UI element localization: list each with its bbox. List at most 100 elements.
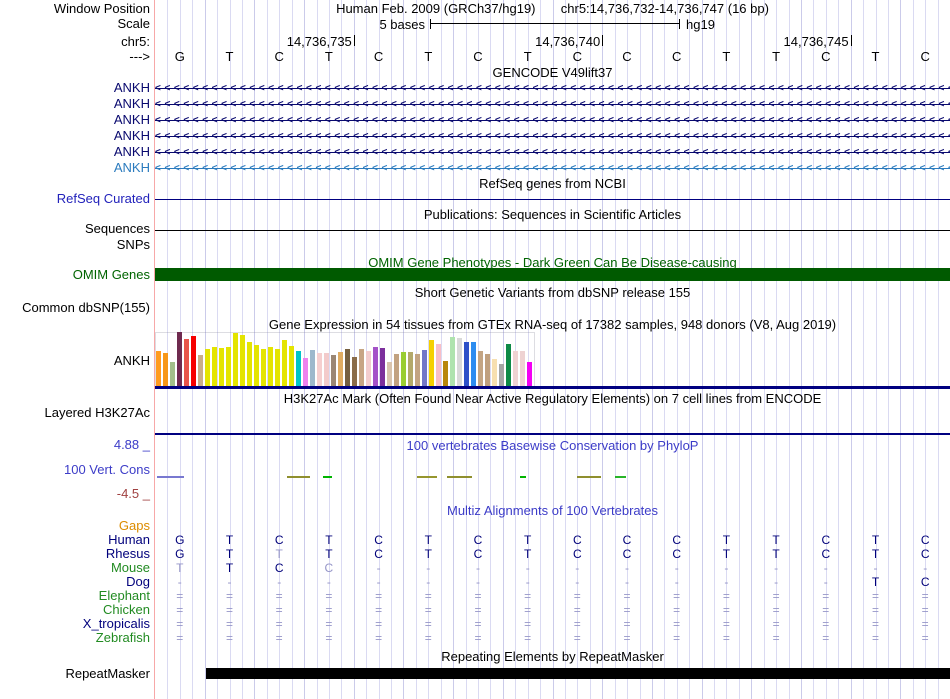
multiz-base-human: C xyxy=(622,533,632,547)
dbsnp-title[interactable]: Short Genetic Variants from dbSNP releas… xyxy=(155,286,950,300)
multiz-base-dog: - xyxy=(227,575,232,589)
gene-item-ankh-3[interactable]: <<<<<<<<<<<<<<<<<<<<<<<<<<<<<<<<<<<<<<<<… xyxy=(155,114,950,127)
multiz-base-human: C xyxy=(672,533,682,547)
multiz-base-zebrafish: = xyxy=(871,631,879,645)
multiz-base-human: C xyxy=(274,533,284,547)
gtex-bar xyxy=(282,340,287,387)
multiz-base-chicken: = xyxy=(176,603,184,617)
gtex-baseline xyxy=(155,386,950,389)
multiz-base-elephant: = xyxy=(524,589,532,603)
multiz-base-elephant: = xyxy=(921,589,929,603)
track-label-refseq-curated[interactable]: RefSeq Curated xyxy=(0,192,150,206)
multiz-base-zebrafish: = xyxy=(474,631,482,645)
track-label-phylop-max[interactable]: 4.88 _ xyxy=(0,438,150,452)
phylop-title[interactable]: 100 vertebrates Basewise Conservation by… xyxy=(155,439,950,453)
gtex-bar xyxy=(205,349,210,387)
track-label-gene-ankh-1[interactable]: ANKH xyxy=(0,81,150,95)
track-label-species-gaps[interactable]: Gaps xyxy=(0,519,150,533)
gtex-bar xyxy=(345,349,350,387)
track-label-scale[interactable]: Scale xyxy=(0,17,150,31)
multiz-base-x_tropicalis: = xyxy=(871,617,879,631)
track-label-gene-ankh-4[interactable]: ANKH xyxy=(0,129,150,143)
publications-title[interactable]: Publications: Sequences in Scientific Ar… xyxy=(155,208,950,222)
gtex-bar xyxy=(499,364,504,387)
track-label-strand-arrow[interactable]: ---> xyxy=(0,50,150,64)
position-range: chr5:14,736,732-14,736,747 (16 bp) xyxy=(560,1,769,16)
multiz-base-chicken: = xyxy=(424,603,432,617)
track-label-gene-ankh-6[interactable]: ANKH xyxy=(0,161,150,175)
gtex-bar xyxy=(513,351,518,387)
gtex-bar xyxy=(324,353,329,387)
publications-sequences-item-line[interactable] xyxy=(155,230,950,231)
track-label-species-chicken[interactable]: Chicken xyxy=(0,603,150,617)
track-label-gene-ankh-3[interactable]: ANKH xyxy=(0,113,150,127)
gene-item-ankh-6[interactable]: <<<<<<<<<<<<<<<<<<<<<<<<<<<<<<<<<<<<<<<<… xyxy=(155,162,950,175)
multiz-base-dog: - xyxy=(476,575,480,589)
track-label-phylop-min[interactable]: -4.5 _ xyxy=(0,487,150,501)
multiz-base-elephant: = xyxy=(722,589,730,603)
refseq-curated-item-line[interactable] xyxy=(155,199,950,200)
multiz-base-dog: C xyxy=(920,575,930,589)
track-label-snps[interactable]: SNPs xyxy=(0,238,150,252)
repeat-title[interactable]: Repeating Elements by RepeatMasker xyxy=(155,650,950,664)
track-label-sequences[interactable]: Sequences xyxy=(0,222,150,236)
track-label-omim-genes[interactable]: OMIM Genes xyxy=(0,268,150,282)
multiz-base-rhesus: C xyxy=(374,547,383,561)
track-label-common-dbsnp[interactable]: Common dbSNP(155) xyxy=(0,301,150,315)
track-label-species-human[interactable]: Human xyxy=(0,533,150,547)
sequence-base: T xyxy=(424,49,433,64)
gtex-bar xyxy=(310,350,315,387)
phylop-score-dash xyxy=(577,476,601,478)
multiz-title[interactable]: Multiz Alignments of 100 Vertebrates xyxy=(155,504,950,518)
multiz-base-x_tropicalis: = xyxy=(176,617,184,631)
sequence-base: C xyxy=(622,49,632,64)
multiz-base-mouse: - xyxy=(625,561,629,575)
gtex-bar xyxy=(443,361,448,387)
multiz-base-zebrafish: = xyxy=(225,631,233,645)
track-label-window-position[interactable]: Window Position xyxy=(0,2,150,16)
gencode-title[interactable]: GENCODE V49lift37 xyxy=(155,66,950,80)
h3k27ac-title[interactable]: H3K27Ac Mark (Often Found Near Active Re… xyxy=(155,392,950,406)
gene-item-ankh-1[interactable]: <<<<<<<<<<<<<<<<<<<<<<<<<<<<<<<<<<<<<<<<… xyxy=(155,82,950,95)
multiz-base-rhesus: T xyxy=(325,547,333,561)
multiz-base-elephant: = xyxy=(375,589,383,603)
track-label-gtex-ankh[interactable]: ANKH xyxy=(0,354,150,368)
track-label-species-rhesus[interactable]: Rhesus xyxy=(0,547,150,561)
track-label-species-xtropicalis[interactable]: X_tropicalis xyxy=(0,617,150,631)
multiz-base-mouse: C xyxy=(324,561,334,575)
phylop-score-dash xyxy=(323,476,332,478)
gene-item-ankh-5[interactable]: <<<<<<<<<<<<<<<<<<<<<<<<<<<<<<<<<<<<<<<<… xyxy=(155,146,950,159)
multiz-base-zebrafish: = xyxy=(722,631,730,645)
gene-item-ankh-4[interactable]: <<<<<<<<<<<<<<<<<<<<<<<<<<<<<<<<<<<<<<<<… xyxy=(155,130,950,143)
gtex-bar xyxy=(366,351,371,387)
sequence-base: G xyxy=(174,49,185,64)
multiz-base-mouse: T xyxy=(225,561,234,575)
gtex-bar xyxy=(177,332,182,387)
track-label-chrom[interactable]: chr5: xyxy=(0,35,150,49)
gene-item-ankh-2[interactable]: <<<<<<<<<<<<<<<<<<<<<<<<<<<<<<<<<<<<<<<<… xyxy=(155,98,950,111)
track-label-species-mouse[interactable]: Mouse xyxy=(0,561,150,575)
multiz-base-dog: - xyxy=(625,575,629,589)
multiz-base-chicken: = xyxy=(822,603,830,617)
repeatmasker-item-bar[interactable] xyxy=(206,668,950,679)
multiz-base-zebrafish: = xyxy=(524,631,532,645)
refseq-title[interactable]: RefSeq genes from NCBI xyxy=(155,177,950,191)
multiz-base-elephant: = xyxy=(424,589,432,603)
gtex-bar xyxy=(352,357,357,387)
track-label-species-dog[interactable]: Dog xyxy=(0,575,150,589)
track-label-gene-ankh-2[interactable]: ANKH xyxy=(0,97,150,111)
gtex-title[interactable]: Gene Expression in 54 tissues from GTEx … xyxy=(155,318,950,332)
track-label-species-elephant[interactable]: Elephant xyxy=(0,589,150,603)
track-label-repeatmasker[interactable]: RepeatMasker xyxy=(0,667,150,681)
multiz-base-chicken: = xyxy=(623,603,631,617)
multiz-base-elephant: = xyxy=(772,589,780,603)
track-label-species-zebrafish[interactable]: Zebrafish xyxy=(0,631,150,645)
omim-title[interactable]: OMIM Gene Phenotypes - Dark Green Can Be… xyxy=(155,256,950,270)
track-label-vert-cons[interactable]: 100 Vert. Cons xyxy=(0,463,150,477)
sequence-base: C xyxy=(373,49,384,64)
track-label-layered-h3k27ac[interactable]: Layered H3K27Ac xyxy=(0,406,150,420)
gene-strand-arrows: <<<<<<<<<<<<<<<<<<<<<<<<<<<<<<<<<<<<<<<<… xyxy=(155,147,950,158)
track-label-gene-ankh-5[interactable]: ANKH xyxy=(0,145,150,159)
gtex-bar xyxy=(338,352,343,387)
sequence-base: T xyxy=(772,49,781,64)
